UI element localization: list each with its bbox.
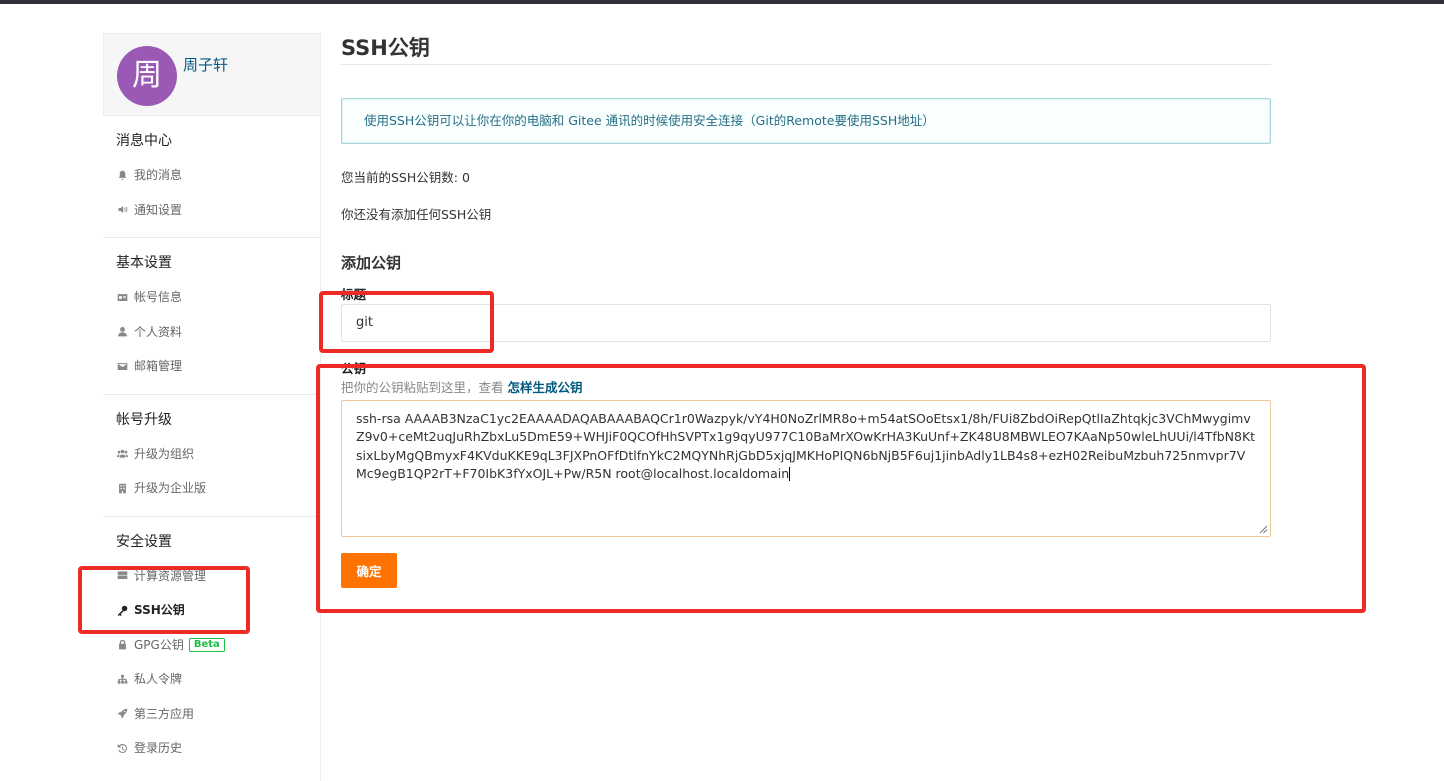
sidebar-item-my-messages[interactable]: 我的消息 <box>116 158 320 193</box>
avatar[interactable]: 周 <box>117 46 177 106</box>
sidebar-item-label: 计算资源管理 <box>134 568 207 583</box>
sidebar-section-basic: 基本设置 帐号信息 个人资料 邮箱管理 <box>103 238 320 395</box>
sidebar-item-private-tokens[interactable]: 私人令牌 <box>116 662 320 697</box>
sidebar-item-notification-settings[interactable]: 通知设置 <box>116 193 320 228</box>
top-bar <box>0 0 1444 4</box>
sidebar-item-label: 个人资料 <box>134 324 183 339</box>
sidebar-item-account-info[interactable]: 帐号信息 <box>116 280 320 315</box>
sidebar-item-label: 我的消息 <box>134 168 183 182</box>
bell-icon <box>116 169 128 181</box>
sidebar-item-label: 登录历史 <box>134 741 183 755</box>
username-link[interactable]: 周子轩 <box>183 54 228 75</box>
user-icon <box>116 326 128 338</box>
sidebar-item-ssh-keys[interactable]: SSH公钥 <box>116 593 320 628</box>
sidebar-item-label: 帐号信息 <box>134 290 183 304</box>
sidebar-section-upgrade: 帐号升级 升级为组织 升级为企业版 <box>103 395 320 517</box>
sidebar-item-email[interactable]: 邮箱管理 <box>116 349 320 384</box>
rocket-icon <box>116 708 128 720</box>
id-card-icon <box>116 291 128 303</box>
users-icon <box>116 448 128 460</box>
confirm-button[interactable]: 确定 <box>341 553 397 588</box>
server-icon <box>116 570 128 582</box>
section-title: 帐号升级 <box>116 411 172 428</box>
sidebar-section-messages: 消息中心 我的消息 通知设置 <box>103 116 320 238</box>
key-icon <box>116 604 128 616</box>
key-label: 公钥 <box>341 361 367 376</box>
main-content: SSH公钥 使用SSH公钥可以让你在你的电脑和 Gitee 通讯的时候使用安全连… <box>341 33 1271 588</box>
public-key-textarea[interactable]: ssh-rsa AAAAB3NzaC1yc2EAAAADAQABAAABAQCr… <box>341 400 1271 537</box>
beta-badge: Beta <box>188 637 225 652</box>
title-label: 标题 <box>341 287 367 302</box>
title-input[interactable]: git <box>341 304 1271 342</box>
sidebar-item-label: 第三方应用 <box>134 706 195 721</box>
resize-handle-icon[interactable] <box>1259 525 1268 534</box>
sidebar-section-security: 安全设置 计算资源管理 SSH公钥 GPG公钥 Beta 私人令牌 第三方应用 … <box>103 517 320 776</box>
sidebar-item-label: 升级为企业版 <box>134 481 207 495</box>
section-title: 安全设置 <box>116 533 172 550</box>
sidebar-item-third-party-apps[interactable]: 第三方应用 <box>116 697 320 732</box>
sidebar-item-label: 邮箱管理 <box>134 359 183 373</box>
profile-card: 周 周子轩 <box>103 33 320 116</box>
sidebar-item-upgrade-org[interactable]: 升级为组织 <box>116 437 320 472</box>
key-hint-text: 把你的公钥粘贴到这里，查看 <box>341 380 504 395</box>
page-header: SSH公钥 <box>341 33 1271 65</box>
public-key-value: ssh-rsa AAAAB3NzaC1yc2EAAAADAQABAAABAQCr… <box>356 411 1256 481</box>
mail-icon <box>116 360 128 372</box>
text-caret <box>789 467 791 482</box>
sidebar-item-gpg-keys[interactable]: GPG公钥 Beta <box>116 628 320 663</box>
sidebar-item-label: SSH公钥 <box>134 603 185 617</box>
how-to-generate-link[interactable]: 怎样生成公钥 <box>508 380 583 395</box>
info-message: 使用SSH公钥可以让你在你的电脑和 Gitee 通讯的时候使用安全连接（Git的… <box>341 98 1271 144</box>
ssh-key-count: 您当前的SSH公钥数: 0 <box>341 170 470 185</box>
section-title: 基本设置 <box>116 255 172 271</box>
sidebar-item-label: 私人令牌 <box>134 672 183 686</box>
sidebar-item-profile[interactable]: 个人资料 <box>116 315 320 350</box>
sidebar-item-label: GPG公钥 <box>134 637 184 652</box>
sidebar-item-compute-resources[interactable]: 计算资源管理 <box>116 559 320 594</box>
speaker-icon <box>116 204 128 216</box>
building-icon <box>116 482 128 494</box>
lock-icon <box>116 639 128 651</box>
history-icon <box>116 742 128 754</box>
sidebar-item-label: 升级为组织 <box>134 446 195 461</box>
add-key-heading: 添加公钥 <box>341 254 402 272</box>
sidebar-item-label: 通知设置 <box>134 202 183 217</box>
no-keys-message: 你还没有添加任何SSH公钥 <box>341 207 492 222</box>
key-hint: 把你的公钥粘贴到这里，查看 怎样生成公钥 <box>341 380 1271 396</box>
sidebar: 周 周子轩 消息中心 我的消息 通知设置 基本设置 帐号信息 个人资料 邮箱管理 <box>103 33 321 781</box>
sidebar-item-upgrade-enterprise[interactable]: 升级为企业版 <box>116 471 320 506</box>
section-title: 消息中心 <box>116 133 172 149</box>
sidebar-item-login-history[interactable]: 登录历史 <box>116 731 320 766</box>
sitemap-icon <box>116 673 128 685</box>
page-title: SSH公钥 <box>341 36 430 60</box>
